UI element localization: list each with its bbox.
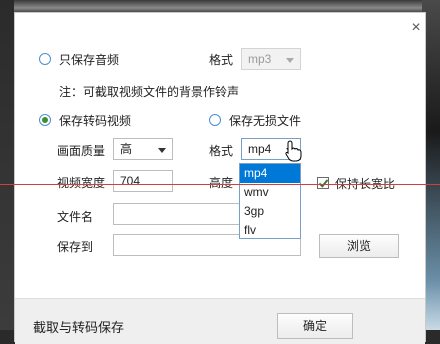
audio-format-label: 格式 — [209, 53, 234, 67]
note-text: 注：可截取视频文件的背景作铃声 — [59, 85, 240, 99]
filename-label: 文件名 — [57, 210, 94, 224]
saveto-label: 保存到 — [57, 240, 94, 254]
format-option-flv[interactable]: flv — [240, 221, 300, 240]
audio-only-label: 只保存音频 — [59, 53, 120, 67]
keep-ratio-checkbox[interactable] — [317, 177, 329, 189]
close-icon[interactable]: × — [409, 20, 423, 36]
format-option-mp4[interactable]: mp4 — [240, 164, 300, 183]
transcode-label: 保存转码视频 — [59, 114, 132, 128]
lossless-format-value: mp4 — [248, 142, 272, 156]
browse-button[interactable]: 浏览 — [319, 234, 399, 258]
hand-cursor-icon — [285, 140, 302, 162]
width-label: 视频宽度 — [57, 176, 106, 190]
lossless-radio[interactable] — [209, 114, 221, 126]
save-dialog: × 只保存音频 格式 mp3 注：可截取视频文件的背景作铃声 保存转码视频 保存… — [14, 12, 426, 344]
audio-format-value: mp3 — [248, 52, 272, 66]
dialog-footer: 截取与转码保存 确定 — [15, 298, 425, 344]
lossless-format-label: 格式 — [209, 144, 234, 158]
guide-line — [0, 184, 440, 185]
chevron-down-icon — [158, 148, 166, 153]
lossless-label: 保存无损文件 — [229, 114, 302, 128]
format-option-3gp[interactable]: 3gp — [240, 202, 300, 221]
quality-select[interactable]: 高 — [113, 138, 173, 160]
transcode-radio[interactable] — [39, 114, 51, 126]
chevron-down-icon — [286, 58, 294, 63]
audio-only-radio[interactable] — [39, 53, 51, 65]
quality-value: 高 — [120, 142, 133, 156]
confirm-button[interactable]: 确定 — [277, 313, 353, 339]
background-left-strip — [0, 0, 14, 330]
footer-title: 截取与转码保存 — [33, 320, 125, 335]
audio-format-select[interactable]: mp3 — [241, 48, 301, 70]
height-label: 高度 — [209, 176, 234, 190]
format-option-wmv[interactable]: wmv — [240, 183, 300, 202]
quality-label: 画面质量 — [57, 144, 106, 158]
format-dropdown-list: mp4 wmv 3gp flv — [239, 163, 301, 239]
width-input[interactable]: 704 — [113, 170, 173, 192]
